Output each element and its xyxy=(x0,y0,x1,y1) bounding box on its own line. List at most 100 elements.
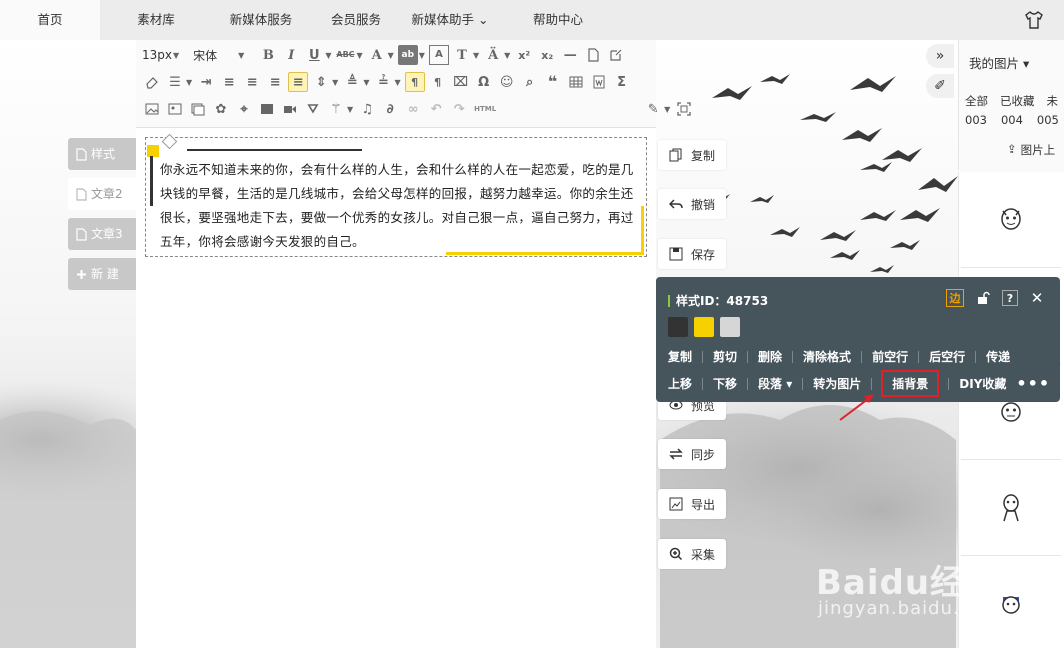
convert-to-image-action[interactable]: 转为图片 xyxy=(813,375,861,392)
justify-icon[interactable]: ≡ xyxy=(288,72,309,92)
edit-external-icon[interactable] xyxy=(606,45,626,65)
paragraph-after-icon[interactable]: ≟ xyxy=(373,72,393,92)
edit-style-icon[interactable]: ✎ xyxy=(643,99,663,119)
indent-icon[interactable]: ⇥ xyxy=(196,72,216,92)
nav-item-media-assistant[interactable]: 新媒体助手 ⌄ xyxy=(402,0,498,40)
font-family-select[interactable]: 宋体 ▼ xyxy=(193,47,248,64)
italic-icon[interactable]: I xyxy=(281,45,301,65)
color-swatch-yellow[interactable] xyxy=(694,317,714,337)
subscript-icon[interactable]: x₂ xyxy=(537,45,557,65)
image-icon[interactable] xyxy=(142,99,162,119)
unlink-icon[interactable]: ∞ xyxy=(403,99,423,119)
font-size-select[interactable]: 13px ▼ xyxy=(142,48,183,62)
delete-action[interactable]: 删除 xyxy=(758,348,782,365)
pass-on-action[interactable]: 传递 xyxy=(986,348,1010,365)
nav-item-member-service[interactable]: 会员服务 xyxy=(310,0,402,40)
background-color-icon[interactable]: ab xyxy=(397,45,418,65)
nav-item-materials[interactable]: 素材库 xyxy=(100,0,212,40)
word-import-icon[interactable] xyxy=(589,72,609,92)
edge-toggle-button[interactable]: 边 xyxy=(946,289,964,307)
help-button[interactable]: ? xyxy=(1002,290,1018,306)
folder-item[interactable]: 004 xyxy=(1001,113,1023,127)
move-up-action[interactable]: 上移 xyxy=(668,375,692,392)
emoji-icon[interactable]: ☺ xyxy=(497,72,517,92)
filter-favorited[interactable]: 已收藏 xyxy=(1000,93,1035,109)
side-tab-article3[interactable]: 文章3 xyxy=(68,218,136,250)
paragraph-action[interactable]: 段落 ▾ xyxy=(758,375,792,392)
copy-button[interactable]: 复制 xyxy=(658,140,726,170)
search-replace-icon[interactable]: ⌕ xyxy=(520,72,540,92)
row-spacing-icon[interactable]: ☰ xyxy=(165,72,185,92)
undo-arrow-icon[interactable]: ↶ xyxy=(426,99,446,119)
music-icon[interactable]: ♫ xyxy=(357,99,377,119)
video-icon[interactable] xyxy=(280,99,300,119)
tshirt-icon[interactable] xyxy=(1024,10,1044,30)
line-height-icon[interactable]: ⇕ xyxy=(311,72,331,92)
side-tab-style[interactable]: 样式 xyxy=(68,138,136,170)
image-upload-button[interactable]: ⇪ 图片上 xyxy=(1007,142,1055,158)
nav-item-home[interactable]: 首页 xyxy=(0,0,100,40)
rtl-direction-icon[interactable]: ¶ xyxy=(428,72,448,92)
side-tab-article2[interactable]: 文章2 xyxy=(68,178,136,210)
fullscreen-icon[interactable] xyxy=(674,99,694,119)
align-right-icon[interactable]: ≡ xyxy=(265,72,285,92)
blank-line-after-action[interactable]: 后空行 xyxy=(929,348,965,365)
letter-spacing-icon[interactable]: Ä xyxy=(483,45,503,65)
gallery-icon[interactable] xyxy=(257,99,277,119)
my-images-dropdown[interactable]: 我的图片 ▾ xyxy=(969,53,1029,72)
map-icon[interactable]: ⌖ xyxy=(234,99,254,119)
ltr-direction-icon[interactable]: ¶ xyxy=(404,72,425,92)
blank-line-before-action[interactable]: 前空行 xyxy=(872,348,908,365)
collect-button[interactable]: 采集 xyxy=(658,539,726,569)
align-left-icon[interactable]: ≡ xyxy=(219,72,239,92)
horizontal-rule-icon[interactable]: — xyxy=(560,45,580,65)
save-button[interactable]: 保存 xyxy=(658,239,726,269)
nav-item-media-service[interactable]: 新媒体服务 xyxy=(212,0,310,40)
move-down-action[interactable]: 下移 xyxy=(713,375,737,392)
multi-image-icon[interactable] xyxy=(165,99,185,119)
link-icon[interactable]: ∂ xyxy=(380,99,400,119)
text-border-icon[interactable]: A xyxy=(428,45,449,65)
more-actions-button[interactable]: ••• xyxy=(1016,374,1050,393)
strikethrough-icon[interactable]: ABC xyxy=(335,45,355,65)
copy-action[interactable]: 复制 xyxy=(668,348,692,365)
magic-wand-icon[interactable]: ⚚ xyxy=(326,99,346,119)
unlock-icon[interactable] xyxy=(974,289,992,307)
folder-item[interactable]: 005 xyxy=(1037,113,1059,127)
redo-arrow-icon[interactable]: ↷ xyxy=(449,99,469,119)
align-center-icon[interactable]: ≡ xyxy=(242,72,262,92)
image-thumbnail[interactable] xyxy=(961,172,1061,268)
underline-icon[interactable]: U xyxy=(304,45,324,65)
sync-button[interactable]: 同步 xyxy=(658,439,726,469)
eraser-icon[interactable] xyxy=(142,72,162,92)
insert-background-action[interactable]: 插背景 xyxy=(881,370,940,397)
paragraph-before-icon[interactable]: ≜ xyxy=(342,72,362,92)
styled-content-block[interactable]: 你永远不知道未来的你，会有什么样的人生，会和什么样的人在一起恋爱，吃的是几块钱的… xyxy=(145,133,647,257)
html-source-button[interactable]: HTML xyxy=(472,99,498,119)
font-color-icon[interactable]: A xyxy=(367,45,387,65)
filter-all[interactable]: 全部 xyxy=(965,93,988,109)
new-page-icon[interactable] xyxy=(583,45,603,65)
font-size-adjust-icon[interactable]: T xyxy=(452,45,472,65)
image-thumbnail[interactable] xyxy=(961,460,1061,556)
folder-item[interactable]: 003 xyxy=(965,113,987,127)
magic-pen-button[interactable]: ✐ xyxy=(926,74,954,98)
content-paragraph[interactable]: 你永远不知道未来的你，会有什么样的人生，会和什么样的人在一起恋爱，吃的是几块钱的… xyxy=(160,158,638,254)
format-painter-icon[interactable]: ⌧ xyxy=(451,72,471,92)
background-image-icon[interactable] xyxy=(188,99,208,119)
close-button[interactable]: ✕ xyxy=(1028,289,1046,307)
expand-panel-button[interactable]: » xyxy=(926,44,954,68)
cut-action[interactable]: 剪切 xyxy=(713,348,737,365)
diy-favorite-action[interactable]: DIY收藏 xyxy=(959,375,1006,392)
filter-uncategorized[interactable]: 未 xyxy=(1047,93,1059,109)
sigma-icon[interactable]: Σ xyxy=(612,72,632,92)
quote-icon[interactable]: ❝ xyxy=(543,72,563,92)
export-button[interactable]: 导出 xyxy=(658,489,726,519)
omega-icon[interactable]: Ω xyxy=(474,72,494,92)
clear-format-action[interactable]: 清除格式 xyxy=(803,348,851,365)
table-icon[interactable] xyxy=(566,72,586,92)
color-swatch-dark[interactable] xyxy=(668,317,688,337)
stamp-icon[interactable]: ⛛ xyxy=(303,99,323,119)
nav-item-help[interactable]: 帮助中心 xyxy=(498,0,618,40)
palette-icon[interactable]: ✿ xyxy=(211,99,231,119)
